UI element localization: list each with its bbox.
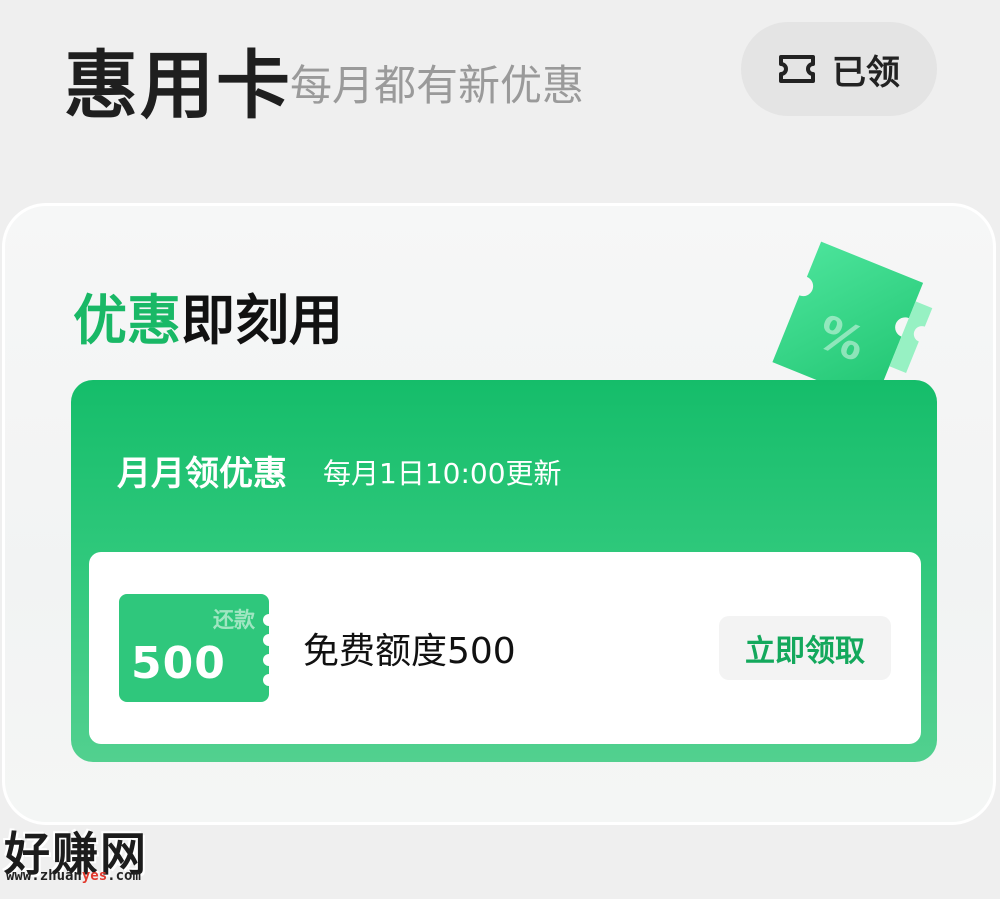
voucher-notch [263,654,269,666]
watermark-url-part: www.zhuan [6,868,82,884]
offer-description: 免费额度500 [303,631,516,672]
panel-title: 优惠即刻用 [73,276,343,355]
watermark-logo: 好赚网 www.zhuanyes.com [4,818,194,888]
watermark-url-part: .com [107,868,141,884]
claim-now-button[interactable]: 立即领取 [719,616,891,680]
page-title: 惠用卡 [64,43,292,129]
voucher-notch [263,614,269,626]
watermark-url: www.zhuanyes.com [6,868,141,884]
card-heading: 月月领优惠 [117,454,287,494]
offers-panel: 优惠即刻用 % 月月领优惠 每月1日10:00更新 还款 500 免费额度500… [2,203,996,825]
claimed-button[interactable]: 已领 [741,22,937,116]
claimed-label: 已领 [832,52,900,93]
voucher-notch [263,634,269,646]
header: 惠用卡 每月都有新优惠 已领 [0,0,1000,140]
page-subtitle: 每月都有新优惠 [290,61,585,110]
voucher-amount: 500 [131,638,226,689]
voucher-tag: 还款 [213,608,255,632]
offer-item: 还款 500 免费额度500 立即领取 [89,552,921,744]
card-update-note: 每月1日10:00更新 [323,457,562,490]
voucher-badge: 还款 500 [119,594,269,702]
voucher-notch [263,674,269,686]
monthly-offer-card: 月月领优惠 每月1日10:00更新 还款 500 免费额度500 立即领取 [71,380,937,762]
ticket-icon [778,54,816,84]
panel-title-highlight: 优惠 [73,289,181,352]
coupon-illustration-icon: % [772,241,933,386]
watermark-url-part: yes [81,868,108,884]
panel-title-rest: 即刻用 [181,289,343,352]
